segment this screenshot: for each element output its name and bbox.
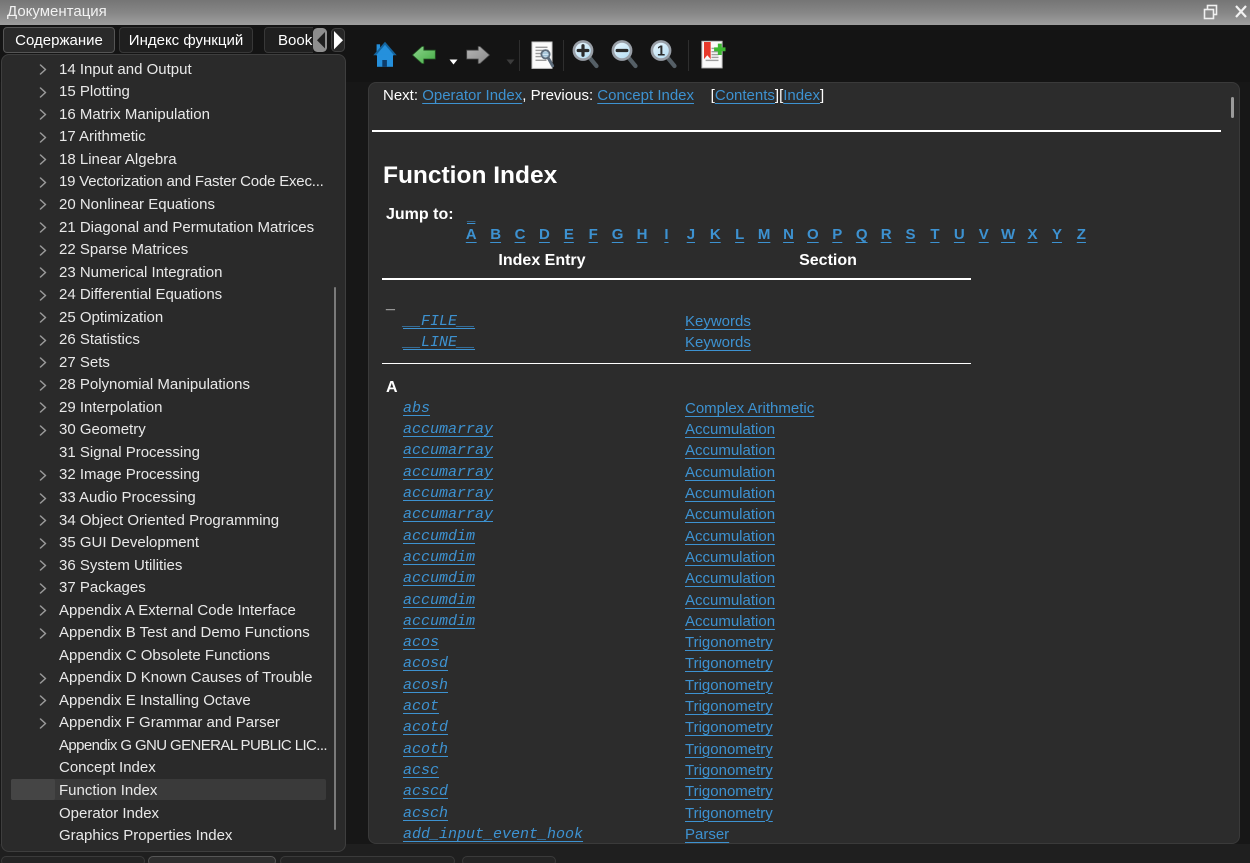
svg-text:1: 1 (657, 44, 665, 60)
